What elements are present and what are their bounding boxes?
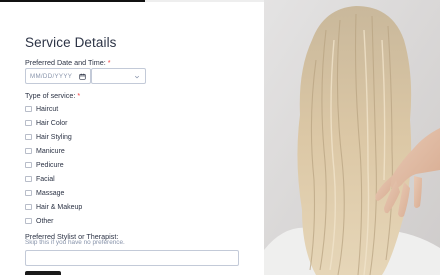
service-option-hair-makeup[interactable]: Hair & Makeup xyxy=(25,202,82,212)
required-mark: * xyxy=(77,91,81,100)
service-option-hair-color[interactable]: Hair Color xyxy=(25,118,68,128)
checkbox-label: Other xyxy=(36,217,54,225)
checkbox-label: Hair & Makeup xyxy=(36,203,83,211)
checkbox[interactable] xyxy=(25,175,32,183)
date-time-label: Preferred Date and Time: * xyxy=(25,58,111,67)
checkbox[interactable] xyxy=(25,119,32,127)
checkbox-label: Hair Styling xyxy=(36,133,72,141)
checkbox[interactable] xyxy=(25,133,32,141)
service-option-massage[interactable]: Massage xyxy=(25,188,64,198)
service-type-label-text: Type of service: xyxy=(25,91,76,100)
checkbox-label: Massage xyxy=(36,189,65,197)
chevron-down-icon xyxy=(134,75,140,78)
service-option-hair-styling[interactable]: Hair Styling xyxy=(25,132,72,142)
service-type-label: Type of service: * xyxy=(25,91,80,100)
date-placeholder: MM/DD/YYYY xyxy=(30,72,73,80)
service-option-pedicure[interactable]: Pedicure xyxy=(25,160,64,170)
date-time-label-text: Preferred Date and Time: xyxy=(25,58,106,67)
stylist-input[interactable] xyxy=(25,250,239,266)
next-button[interactable] xyxy=(25,271,61,275)
service-option-haircut[interactable]: Haircut xyxy=(25,104,58,114)
hero-photo xyxy=(264,0,440,275)
hero-photo-illustration xyxy=(264,0,440,275)
service-option-manicure[interactable]: Manicure xyxy=(25,146,65,156)
calendar-icon[interactable] xyxy=(79,73,86,80)
checkbox[interactable] xyxy=(25,105,32,113)
required-mark: * xyxy=(107,58,111,67)
stylist-hint: Skip this if you have no preference. xyxy=(25,239,125,246)
service-option-other[interactable]: Other xyxy=(25,216,54,226)
service-option-facial[interactable]: Facial xyxy=(25,174,55,184)
date-input[interactable]: MM/DD/YYYY xyxy=(25,68,91,84)
section-title: Service Details xyxy=(25,35,117,50)
checkbox[interactable] xyxy=(25,217,32,225)
checkbox-label: Haircut xyxy=(36,105,59,113)
checkbox[interactable] xyxy=(25,147,32,155)
checkbox[interactable] xyxy=(25,203,32,211)
time-select[interactable] xyxy=(91,68,146,84)
checkbox-label: Facial xyxy=(36,175,55,183)
checkbox-label: Pedicure xyxy=(36,161,64,169)
checkbox-label: Hair Color xyxy=(36,119,68,127)
checkbox[interactable] xyxy=(25,161,32,169)
checkbox[interactable] xyxy=(25,189,32,197)
checkbox-label: Manicure xyxy=(36,147,65,155)
